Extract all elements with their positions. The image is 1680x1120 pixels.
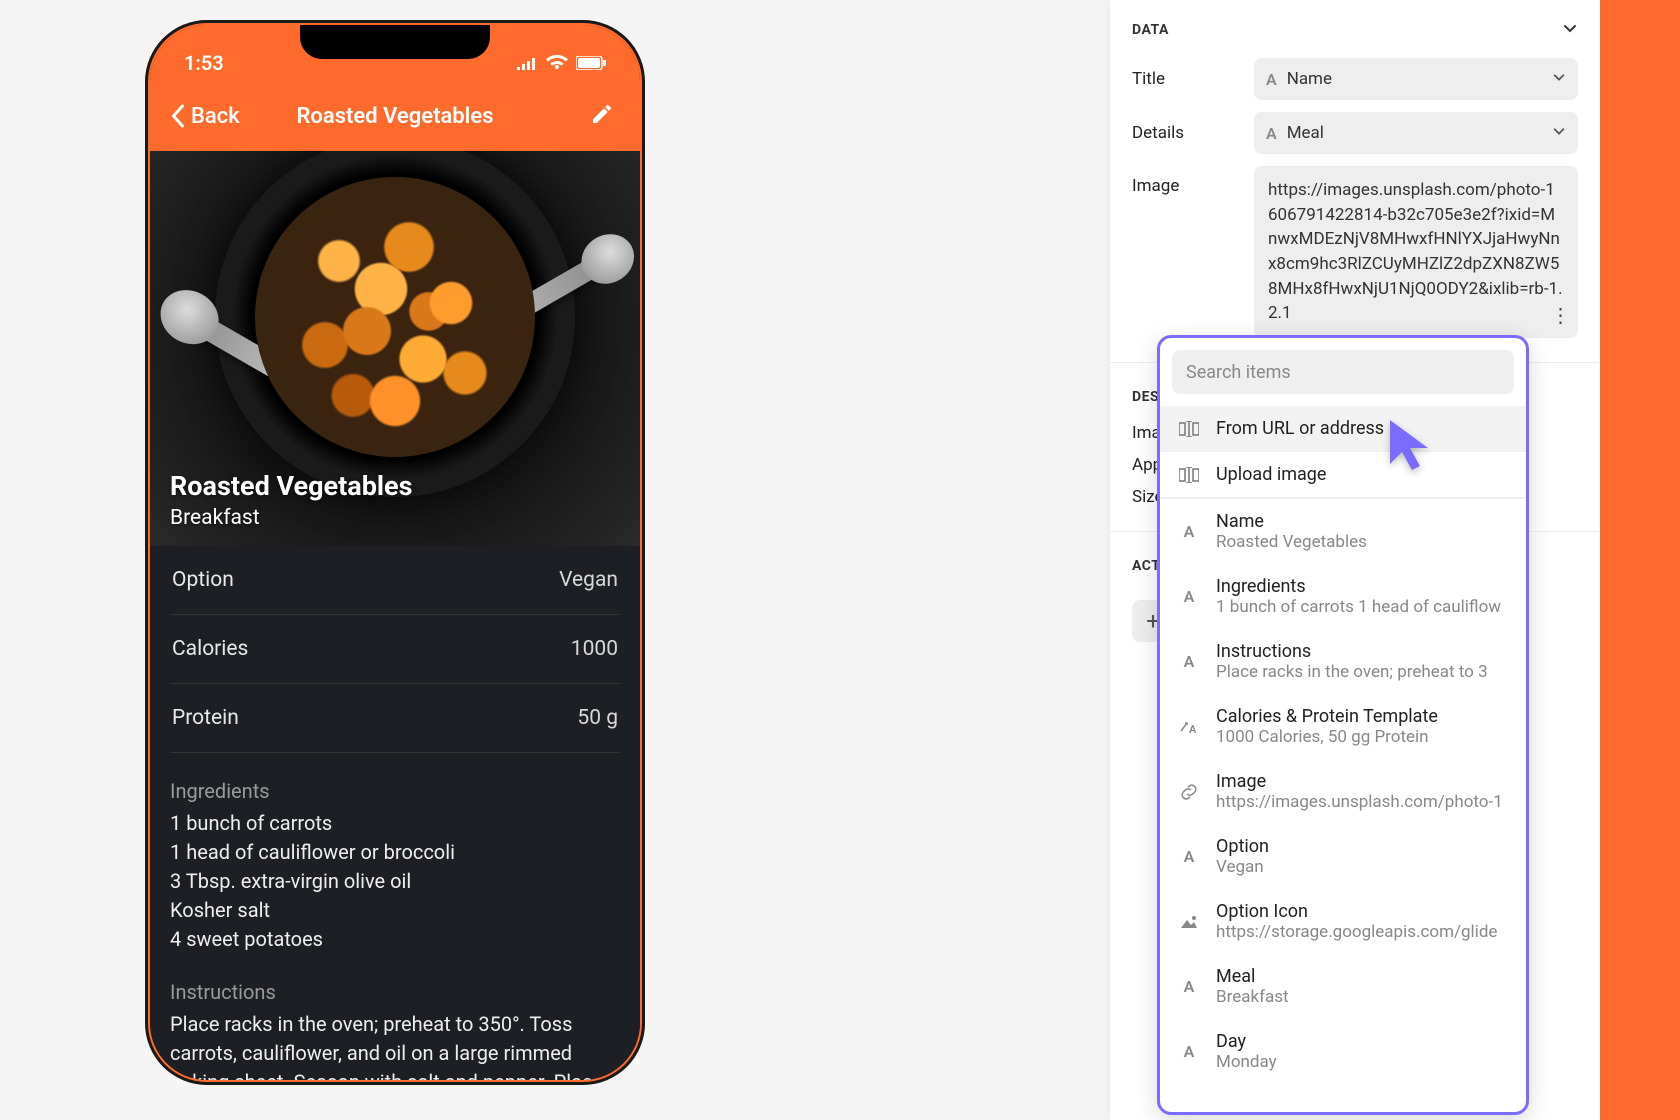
- title-select[interactable]: A Name: [1254, 58, 1578, 100]
- kv-row-calories: Calories 1000: [170, 615, 620, 684]
- section-header-data[interactable]: DATA: [1132, 14, 1578, 52]
- text-type-icon: A: [1176, 1042, 1202, 1061]
- kv-key: Protein: [172, 706, 239, 730]
- popover-item-label: From URL or address: [1216, 418, 1384, 439]
- phone-notch: [300, 25, 490, 59]
- popover-item-sub: https://storage.googleapis.com/glide: [1216, 922, 1510, 942]
- kv-val: 1000: [571, 637, 618, 661]
- popover-item-sub: 1000 Calories, 50 gg Protein: [1216, 727, 1510, 747]
- nav-title: Roasted Vegetables: [296, 104, 493, 129]
- chevron-down-icon: [1562, 20, 1578, 40]
- svg-text:A: A: [1189, 723, 1197, 735]
- popover-item-day[interactable]: A Day Monday: [1160, 1019, 1526, 1084]
- panel-row-label: Image: [1132, 166, 1242, 196]
- panel-row-details: Details A Meal: [1132, 106, 1578, 160]
- popover-item-image[interactable]: Image https://images.unsplash.com/photo-…: [1160, 759, 1526, 824]
- link-icon: [1176, 782, 1202, 802]
- kv-val: Vegan: [559, 568, 618, 592]
- phone-mockup: 1:53 Back Roasted Vegetables: [145, 20, 645, 1085]
- popover-item-title: Meal: [1216, 966, 1510, 987]
- nav-bar: Back Roasted Vegetables: [150, 81, 640, 151]
- template-icon: A: [1176, 719, 1202, 735]
- kv-row-protein: Protein 50 g: [170, 684, 620, 753]
- hero-subtitle: Breakfast: [170, 506, 413, 530]
- popover-item-name[interactable]: A Name Roasted Vegetables: [1160, 499, 1526, 564]
- popover-item-sub: https://images.unsplash.com/photo-1: [1216, 792, 1510, 812]
- popover-item-title: Day: [1216, 1031, 1510, 1052]
- instructions-body: Place racks in the oven; preheat to 350°…: [170, 1010, 620, 1080]
- section-header-label: DATA: [1132, 22, 1169, 38]
- panel-row-label: Details: [1132, 123, 1242, 143]
- hero-title: Roasted Vegetables: [170, 470, 413, 502]
- detail-body: Option Vegan Calories 1000 Protein 50 g …: [150, 546, 640, 1080]
- text-type-icon: A: [1176, 522, 1202, 541]
- popover-item-label: Upload image: [1216, 464, 1326, 485]
- text-type-icon: A: [1176, 652, 1202, 671]
- orange-sidebar: [1600, 0, 1680, 1120]
- kv-key: Option: [172, 568, 234, 592]
- popover-item-option[interactable]: A Option Vegan: [1160, 824, 1526, 889]
- select-value: Name: [1287, 69, 1332, 89]
- back-label: Back: [191, 104, 240, 129]
- back-button[interactable]: Back: [170, 104, 240, 129]
- panel-row-title: Title A Name: [1132, 52, 1578, 106]
- wifi-icon: [546, 55, 568, 71]
- popover-item-upload[interactable]: Upload image: [1160, 452, 1526, 498]
- kv-key: Calories: [172, 637, 248, 661]
- panel-row-image: Image https://images.unsplash.com/photo-…: [1132, 160, 1578, 344]
- panel-row-label: Title: [1132, 69, 1242, 89]
- popover-item-title: Instructions: [1216, 641, 1510, 662]
- popover-item-sub: Vegan: [1216, 857, 1510, 877]
- pencil-icon: [590, 102, 614, 126]
- text-type-icon: A: [1266, 124, 1277, 143]
- image-url-field[interactable]: https://images.unsplash.com/photo-160679…: [1254, 166, 1578, 338]
- text-type-icon: A: [1176, 587, 1202, 606]
- chevron-down-icon: [1552, 123, 1566, 143]
- edit-button[interactable]: [590, 102, 614, 130]
- popover-item-title: Ingredients: [1216, 576, 1510, 597]
- image-icon: [1176, 914, 1202, 930]
- column-picker-popover: Search items From URL or address Upload …: [1157, 335, 1529, 1115]
- chevron-left-icon: [170, 104, 185, 128]
- popover-item-title: Option: [1216, 836, 1510, 857]
- select-value: Meal: [1287, 123, 1324, 143]
- popover-item-sub: Roasted Vegetables: [1216, 532, 1510, 552]
- popover-item-meal[interactable]: A Meal Breakfast: [1160, 954, 1526, 1019]
- popover-item-option-icon[interactable]: Option Icon https://storage.googleapis.c…: [1160, 889, 1526, 954]
- details-select[interactable]: A Meal: [1254, 112, 1578, 154]
- hero-image: Roasted Vegetables Breakfast: [150, 151, 640, 546]
- popover-item-template[interactable]: A Calories & Protein Template 1000 Calor…: [1160, 694, 1526, 759]
- popover-item-from-url[interactable]: From URL or address: [1160, 406, 1526, 452]
- popover-item-sub: Breakfast: [1216, 987, 1510, 1007]
- popover-item-sub: Monday: [1216, 1052, 1510, 1072]
- text-type-icon: A: [1266, 70, 1277, 89]
- kebab-menu-icon[interactable]: ⋮: [1550, 301, 1572, 330]
- popover-item-title: Option Icon: [1216, 901, 1510, 922]
- cellular-icon: [516, 56, 538, 70]
- upload-icon: [1176, 467, 1202, 483]
- chevron-down-icon: [1552, 69, 1566, 89]
- text-type-icon: A: [1176, 847, 1202, 866]
- cursor-icon: [1386, 418, 1438, 478]
- ingredients-label: Ingredients: [170, 779, 620, 803]
- kv-row-option: Option Vegan: [170, 546, 620, 615]
- url-input-icon: [1176, 421, 1202, 437]
- popover-item-title: Name: [1216, 511, 1510, 532]
- instructions-label: Instructions: [170, 980, 620, 1004]
- popover-item-instructions[interactable]: A Instructions Place racks in the oven; …: [1160, 629, 1526, 694]
- popover-item-ingredients[interactable]: A Ingredients 1 bunch of carrots 1 head …: [1160, 564, 1526, 629]
- popover-item-sub: 1 bunch of carrots 1 head of cauliflow: [1216, 597, 1510, 617]
- search-input[interactable]: Search items: [1172, 350, 1514, 394]
- kv-val: 50 g: [577, 706, 618, 730]
- status-time: 1:53: [184, 51, 224, 75]
- text-type-icon: A: [1176, 977, 1202, 996]
- image-url-value: https://images.unsplash.com/photo-160679…: [1268, 180, 1563, 323]
- popover-item-title: Calories & Protein Template: [1216, 706, 1510, 727]
- popover-item-sub: Place racks in the oven; preheat to 3: [1216, 662, 1510, 682]
- ingredients-body: 1 bunch of carrots 1 head of cauliflower…: [170, 809, 620, 954]
- popover-item-title: Image: [1216, 771, 1510, 792]
- battery-icon: [576, 56, 606, 70]
- search-placeholder: Search items: [1186, 362, 1291, 383]
